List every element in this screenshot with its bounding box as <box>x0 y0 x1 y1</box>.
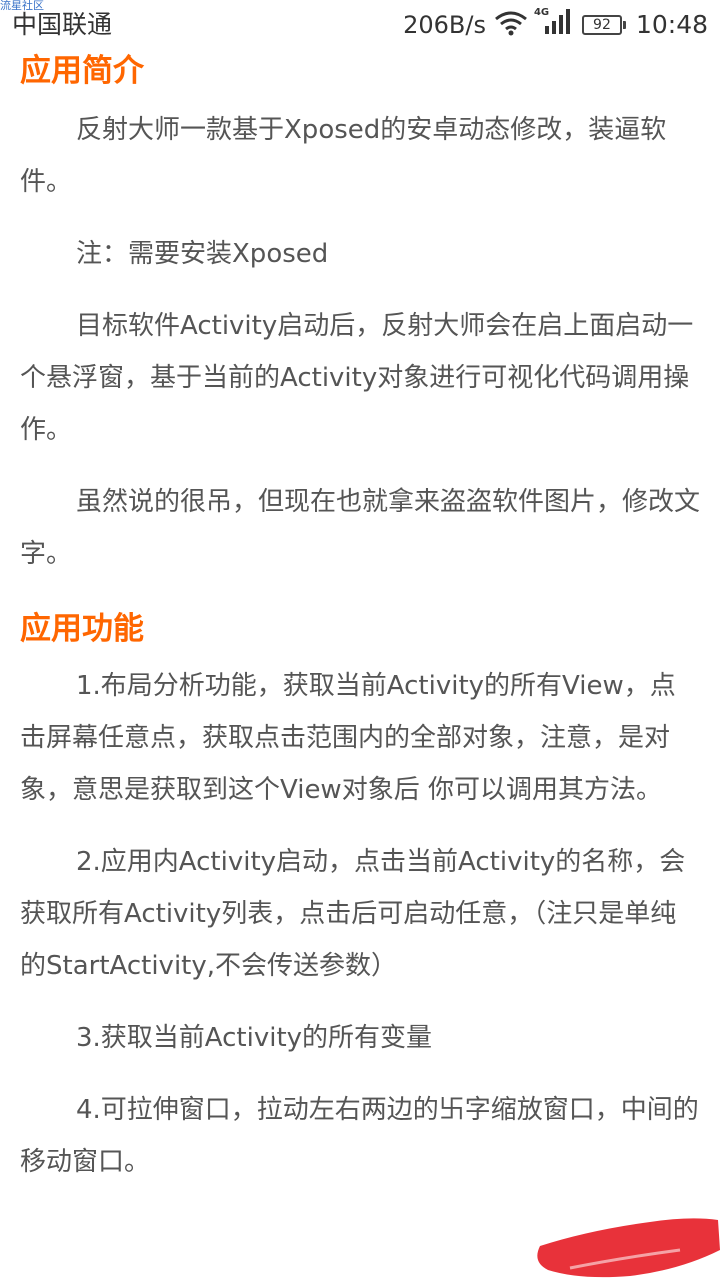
cell-signal-icon <box>544 8 574 38</box>
battery-icon: 92 <box>581 15 626 35</box>
red-brush-mark <box>537 1218 720 1278</box>
feature-paragraph: 1.布局分析功能，获取当前Activity的所有View，点击屏幕任意点，获取点… <box>20 671 676 805</box>
intro-paragraph: 目标软件Activity启动后，反射大师会在启上面启动一个悬浮窗，基于当前的Ac… <box>20 311 694 445</box>
intro-paragraph: 注：需要安装Xposed <box>76 239 329 269</box>
intro-paragraph: 虽然说的很吊，但现在也就拿来盗盗软件图片，修改文字。 <box>20 487 701 569</box>
feature-paragraph: 3.获取当前Activity的所有变量 <box>76 1023 433 1053</box>
carrier-name: 中国联通 <box>12 10 113 39</box>
battery-level: 92 <box>593 17 611 33</box>
feature-paragraph: 2.应用内Activity启动，点击当前Activity的名称，会获取所有Act… <box>20 847 686 981</box>
cell-signal: 4G <box>534 8 574 42</box>
wifi-icon <box>494 10 528 40</box>
status-indicators: 206B/s 4G 92 10:48 <box>403 8 708 42</box>
network-speed: 206B/s <box>403 11 486 39</box>
intro-paragraph: 反射大师一款基于Xposed的安卓动态修改，装逼软件。 <box>20 115 667 197</box>
section-title-intro: 应用简介 <box>20 53 144 89</box>
status-bar: 流星社区 中国联通 206B/s 4G 92 10:48 <box>0 0 720 50</box>
clock: 10:48 <box>635 10 708 39</box>
section-title-features: 应用功能 <box>20 611 144 647</box>
feature-paragraph: 4.可拉伸窗口，拉动左右两边的卐字缩放窗口，中间的移动窗口。 <box>20 1095 699 1177</box>
article-content: 应用简介 反射大师一款基于Xposed的安卓动态修改，装逼软件。 注：需要安装X… <box>0 50 720 1188</box>
